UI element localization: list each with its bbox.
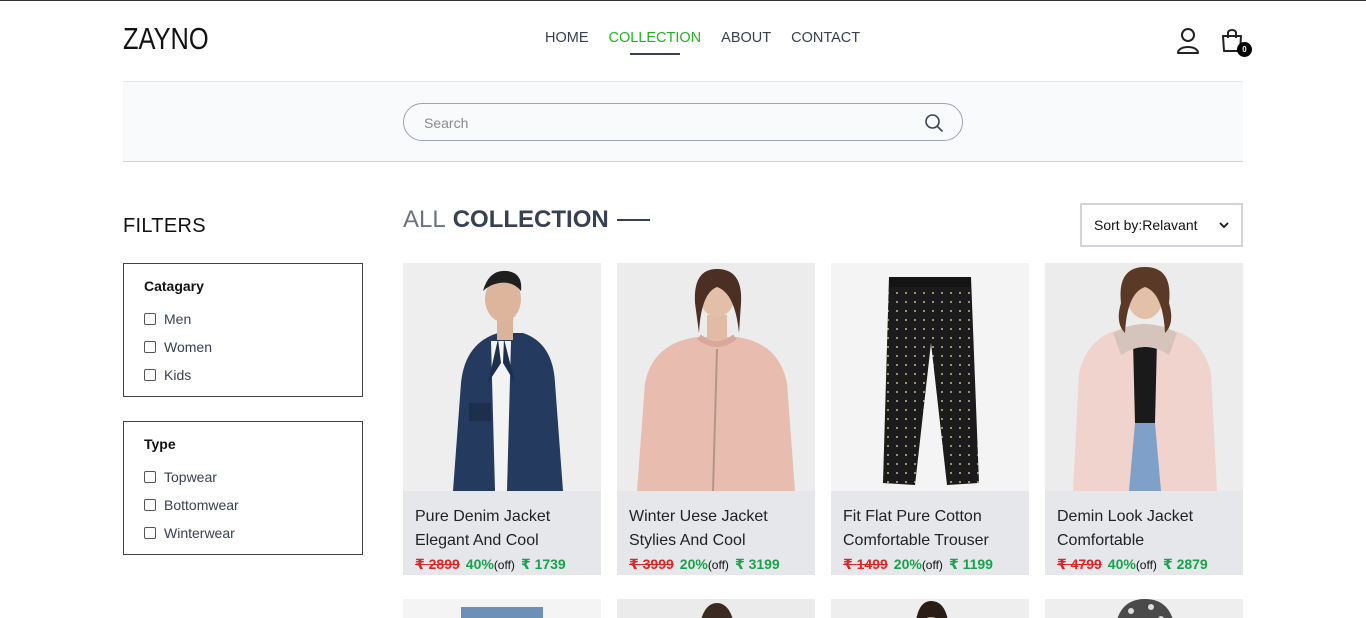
original-price: ₹ 3999: [629, 556, 674, 572]
checkbox[interactable]: [144, 341, 156, 353]
collection-title: ALL COLLECTION: [403, 206, 650, 234]
product-image-pink-bomber[interactable]: [617, 263, 815, 491]
filter-option-bottomwear[interactable]: Bottomwear: [144, 491, 342, 519]
title-underline: [616, 219, 650, 221]
user-icon[interactable]: [1175, 27, 1201, 55]
original-price: ₹ 1499: [843, 556, 888, 572]
chevron-down-icon: [1219, 218, 1229, 232]
discount-percent: 40%: [1107, 556, 1136, 572]
cart-icon[interactable]: 0: [1220, 27, 1252, 57]
product-card[interactable]: [403, 599, 601, 618]
brand-logo[interactable]: ZAYNO: [123, 21, 209, 57]
discount-percent: 20%: [679, 556, 708, 572]
checkbox[interactable]: [144, 313, 156, 325]
product-image-black-trouser[interactable]: [831, 263, 1029, 491]
filter-option-winterwear[interactable]: Winterwear: [144, 519, 342, 547]
checkbox[interactable]: [144, 499, 156, 511]
product-card[interactable]: [1045, 599, 1243, 618]
discount-percent: 20%: [893, 556, 922, 572]
nav-contact[interactable]: CONTACT: [791, 30, 860, 46]
product-card[interactable]: Fit Flat Pure Cotton Comfortable Trouser…: [831, 263, 1029, 575]
product-card[interactable]: Pure Denim Jacket Elegant And Cool ₹ 289…: [403, 263, 601, 575]
product-price: ₹ 2899 40%(off) ₹ 1739: [415, 556, 566, 573]
product-image[interactable]: [403, 599, 601, 618]
checkbox[interactable]: [144, 471, 156, 483]
original-price: ₹ 2899: [415, 556, 460, 572]
search-icon[interactable]: [924, 113, 944, 133]
filter-option-women[interactable]: Women: [144, 333, 342, 361]
cart-count-badge: 0: [1237, 42, 1252, 57]
filter-option-topwear[interactable]: Topwear: [144, 463, 342, 491]
product-image[interactable]: [617, 599, 815, 618]
product-image-denim-jacket[interactable]: [403, 263, 601, 491]
product-price: ₹ 4799 40%(off) ₹ 2879: [1057, 556, 1208, 573]
site-header: ZAYNO HOME COLLECTION ABOUT CONTACT 0: [123, 1, 1252, 81]
product-card[interactable]: Winter Uese Jacket Stylies And Cool ₹ 39…: [617, 263, 815, 575]
sale-price: ₹ 3199: [734, 556, 780, 572]
filter-option-kids[interactable]: Kids: [144, 361, 342, 389]
product-name[interactable]: Demin Look Jacket Comfortable: [1045, 491, 1243, 553]
product-card[interactable]: [831, 599, 1029, 618]
product-name[interactable]: Fit Flat Pure Cotton Comfortable Trouser: [831, 491, 1029, 553]
product-name[interactable]: Winter Uese Jacket Stylies And Cool: [617, 491, 815, 553]
category-filter: Catagary Men Women Kids: [123, 263, 363, 397]
filters-title[interactable]: FILTERS: [123, 215, 206, 238]
product-name[interactable]: Pure Denim Jacket Elegant And Cool: [403, 491, 601, 553]
checkbox[interactable]: [144, 527, 156, 539]
product-price: ₹ 1499 20%(off) ₹ 1199: [843, 556, 993, 573]
category-filter-heading: Catagary: [144, 278, 204, 294]
collection-title-bold: COLLECTION: [452, 206, 609, 233]
product-image-pink-puffer[interactable]: [1045, 263, 1243, 491]
discount-off-label: (off): [707, 558, 729, 572]
discount-percent: 40%: [465, 556, 494, 572]
collection-title-light: ALL: [403, 206, 446, 233]
discount-off-label: (off): [921, 558, 943, 572]
filter-option-men[interactable]: Men: [144, 305, 342, 333]
main-nav: HOME COLLECTION ABOUT CONTACT: [545, 30, 860, 55]
nav-home[interactable]: HOME: [545, 30, 589, 46]
sort-label: Sort by:Relavant: [1094, 217, 1198, 233]
product-card[interactable]: Demin Look Jacket Comfortable ₹ 4799 40%…: [1045, 263, 1243, 575]
product-image[interactable]: [1045, 599, 1243, 618]
product-card[interactable]: [617, 599, 815, 618]
sale-price: ₹ 1739: [520, 556, 566, 572]
type-filter-heading: Type: [144, 436, 176, 452]
sale-price: ₹ 2879: [1162, 556, 1208, 572]
product-image[interactable]: [831, 599, 1029, 618]
discount-off-label: (off): [493, 558, 515, 572]
nav-collection[interactable]: COLLECTION: [609, 30, 701, 55]
sort-select[interactable]: Sort by:Relavant: [1080, 203, 1243, 247]
sale-price: ₹ 1199: [948, 556, 993, 572]
search-bar-section: [123, 81, 1243, 162]
product-price: ₹ 3999 20%(off) ₹ 3199: [629, 556, 780, 573]
discount-off-label: (off): [1135, 558, 1157, 572]
type-filter: Type Topwear Bottomwear Winterwear: [123, 421, 363, 555]
nav-about[interactable]: ABOUT: [721, 30, 771, 46]
checkbox[interactable]: [144, 369, 156, 381]
search-box: [403, 103, 963, 141]
original-price: ₹ 4799: [1057, 556, 1102, 572]
search-input[interactable]: [424, 113, 904, 133]
